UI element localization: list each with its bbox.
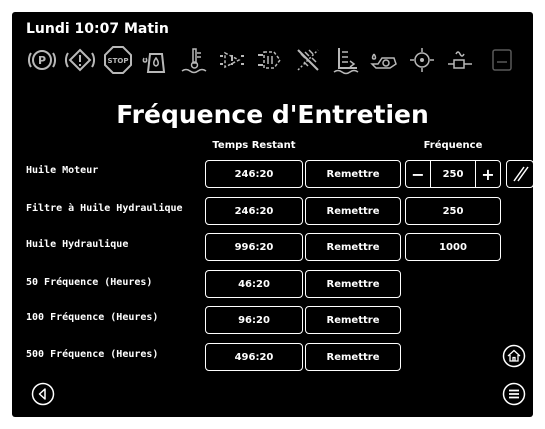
reset-button-hydraulic-oil-filter[interactable]: Remettre [305, 197, 401, 225]
engine-oil-icon [368, 44, 400, 76]
reset-button-engine-oil[interactable]: Remettre [305, 160, 401, 188]
remaining-time-500-hours: 496:20 [205, 343, 303, 371]
remaining-time-engine-oil: 246:20 [205, 160, 303, 188]
stop-icon: STOP [102, 44, 134, 76]
back-icon [31, 382, 55, 406]
page-title: Fréquence d'Entretien [116, 100, 429, 129]
column-header-frequency: Fréquence [423, 140, 483, 151]
menu-icon [502, 382, 526, 406]
fuel-water-icon [140, 44, 172, 76]
frequency-value-hydraulic-oil-filter[interactable]: 250 [405, 197, 501, 225]
coolant-temp-icon [178, 44, 210, 76]
engine-oil-pressure-icon [216, 44, 248, 76]
row-label-engine-oil: Huile Moteur [26, 165, 99, 176]
svg-text:STOP: STOP [108, 57, 129, 65]
remaining-time-50-hours: 46:20 [205, 270, 303, 298]
reset-button-500-hours[interactable]: Remettre [305, 343, 401, 371]
display-screen: Lundi 10:07 Matin P STOP Fréquence d'Ent… [12, 12, 533, 417]
frequency-value-engine-oil: 250 [430, 161, 476, 187]
hydraulic-oil-level-icon [330, 44, 362, 76]
row-label-hydraulic-oil-filter: Filtre à Huile Hydraulique [26, 203, 183, 214]
warning-icon [64, 44, 96, 76]
column-header-remaining: Temps Restant [212, 140, 296, 151]
remaining-time-100-hours: 96:20 [205, 306, 303, 334]
back-button[interactable] [31, 382, 55, 406]
reset-button-100-hours[interactable]: Remettre [305, 306, 401, 334]
decrease-frequency-button[interactable]: − [406, 161, 430, 187]
home-icon [502, 344, 526, 368]
air-filter-icon [292, 44, 324, 76]
warning-icon-bar: P STOP [26, 44, 526, 78]
edit-slash-icon [513, 166, 529, 182]
frequency-value-hydraulic-oil[interactable]: 1000 [405, 233, 501, 261]
parking-brake-icon: P [26, 44, 58, 76]
increase-frequency-button[interactable]: + [476, 161, 500, 187]
reset-button-50-hours[interactable]: Remettre [305, 270, 401, 298]
svg-text:P: P [38, 54, 46, 67]
home-button[interactable] [502, 344, 526, 368]
hydraulic-pressure-icon [406, 44, 438, 76]
row-label-50-hours: 50 Fréquence (Heures) [26, 277, 153, 288]
glow-plug-icon [444, 44, 476, 76]
fuel-level-icon [486, 44, 518, 76]
frequency-stepper-engine-oil: − 250 + [405, 160, 501, 188]
row-label-100-hours: 100 Fréquence (Heures) [26, 312, 159, 323]
row-label-hydraulic-oil: Huile Hydraulique [26, 239, 129, 250]
reset-button-hydraulic-oil[interactable]: Remettre [305, 233, 401, 261]
remaining-time-hydraulic-oil-filter: 246:20 [205, 197, 303, 225]
edit-button[interactable] [506, 160, 533, 188]
datetime-label: Lundi 10:07 Matin [26, 21, 169, 37]
remaining-time-hydraulic-oil: 996:20 [205, 233, 303, 261]
row-label-500-hours: 500 Fréquence (Heures) [26, 349, 159, 360]
menu-button[interactable] [502, 382, 526, 406]
hydraulic-filter-icon [254, 44, 286, 76]
